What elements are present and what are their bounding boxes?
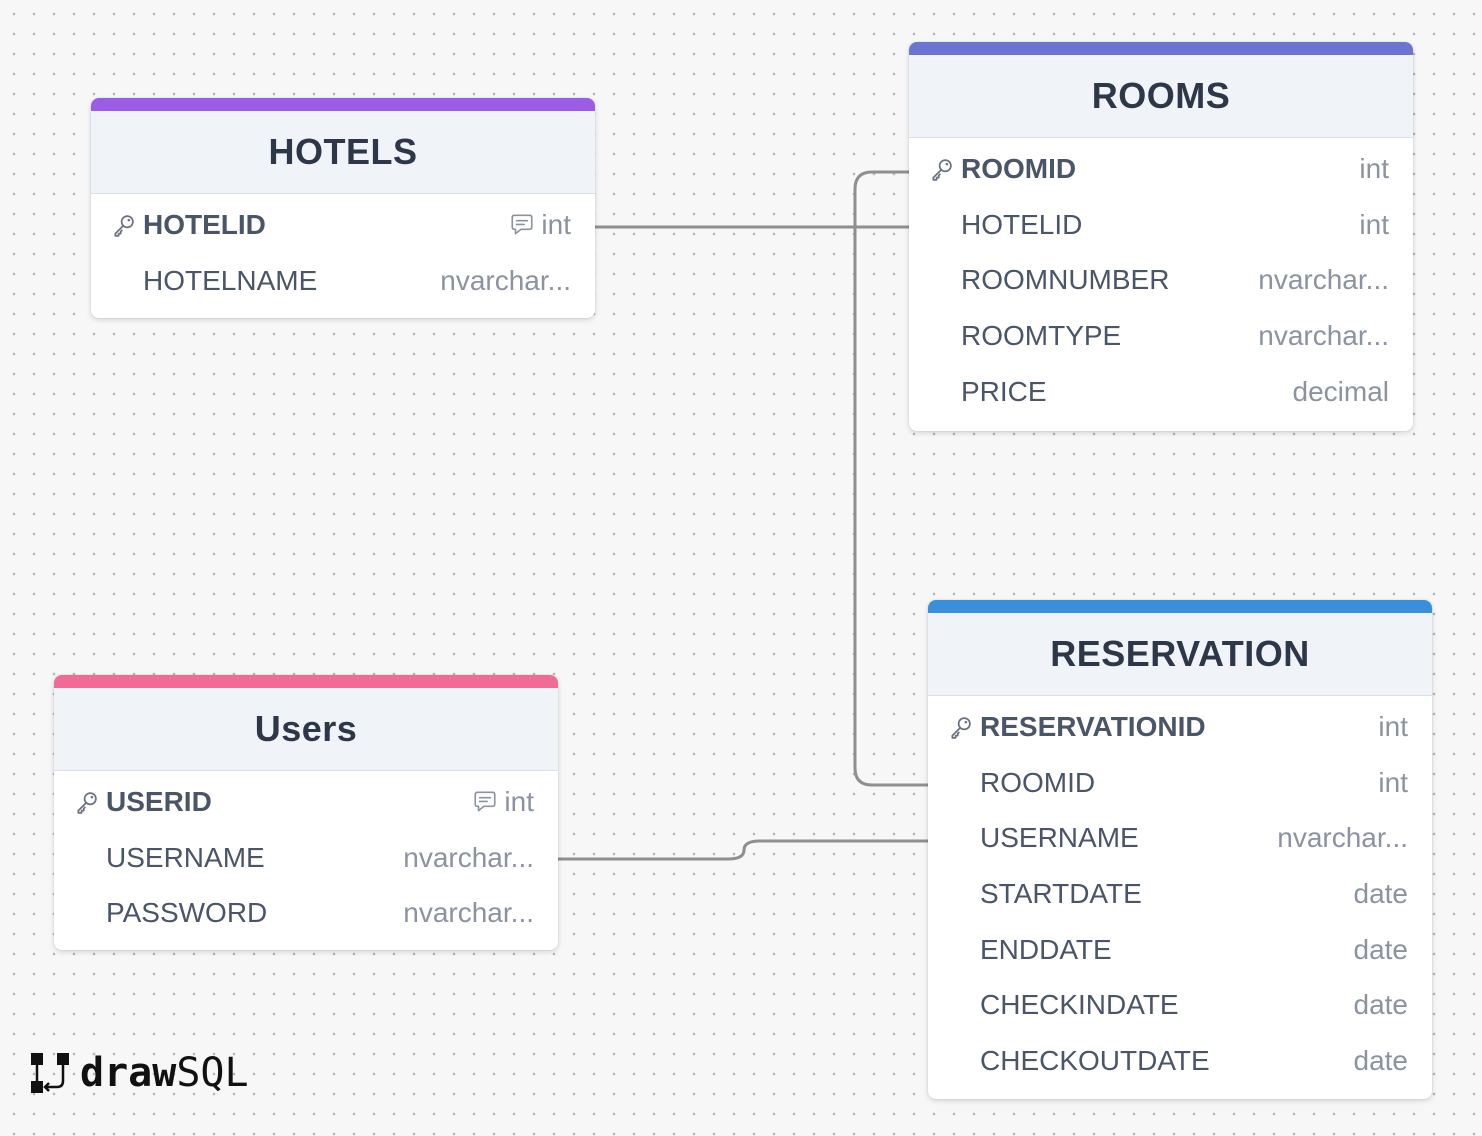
column-row-enddate[interactable]: ENDDATE date bbox=[928, 922, 1432, 978]
column-row-checkindate[interactable]: CHECKINDATE date bbox=[928, 977, 1432, 1033]
column-row-roomid[interactable]: ROOMID int bbox=[909, 141, 1413, 197]
column-name: HOTELID bbox=[961, 208, 1083, 240]
table-accent-bar bbox=[91, 98, 595, 111]
column-name: PRICE bbox=[961, 375, 1047, 407]
column-type-label: int bbox=[1378, 710, 1408, 742]
column-type: int bbox=[1378, 767, 1408, 799]
column-row-roomid[interactable]: ROOMID int bbox=[928, 755, 1432, 811]
table-accent-bar bbox=[54, 675, 558, 688]
column-type: date bbox=[1354, 934, 1409, 966]
column-type: nvarchar... bbox=[403, 897, 534, 929]
column-type: nvarchar... bbox=[1277, 822, 1408, 854]
logo-text-draw: draw bbox=[80, 1050, 177, 1096]
column-row-reservationid[interactable]: RESERVATIONID int bbox=[928, 699, 1432, 755]
column-name: CHECKINDATE bbox=[980, 989, 1179, 1021]
key-icon bbox=[114, 215, 134, 237]
column-name: ENDDATE bbox=[980, 933, 1112, 965]
column-type: nvarchar... bbox=[440, 265, 571, 297]
table-header[interactable]: ROOMS bbox=[909, 55, 1413, 138]
table-accent-bar bbox=[909, 42, 1413, 55]
column-type-label: date bbox=[1353, 933, 1409, 965]
column-type-label: date bbox=[1353, 1044, 1409, 1076]
table-title: ROOMS bbox=[1091, 75, 1231, 116]
column-row-roomnumber[interactable]: ROOMNUMBER nvarchar... bbox=[909, 252, 1413, 308]
column-row-userid[interactable]: USERID int bbox=[54, 774, 558, 830]
logo-text-sql: SQL bbox=[176, 1050, 249, 1096]
column-type-label: int bbox=[1359, 208, 1389, 240]
column-name: USERNAME bbox=[106, 841, 265, 873]
table-title: Users bbox=[254, 708, 358, 749]
column-type: nvarchar... bbox=[1258, 320, 1389, 352]
column-type-label: int bbox=[504, 785, 534, 817]
drawsql-logo-icon bbox=[31, 1053, 69, 1093]
column-name: ROOMID bbox=[980, 766, 1096, 798]
column-name: CHECKOUTDATE bbox=[980, 1044, 1210, 1076]
table-columns: RESERVATIONID int ROOMID int USERNAME nv… bbox=[928, 696, 1432, 1097]
table-title: RESERVATION bbox=[1050, 633, 1310, 674]
column-type: nvarchar... bbox=[1258, 264, 1389, 296]
column-type: decimal bbox=[1293, 376, 1389, 408]
table-columns: ROOMID int HOTELID int ROOMNUMBER nvarch… bbox=[909, 138, 1413, 427]
column-type-label: date bbox=[1353, 877, 1409, 909]
column-row-checkoutdate[interactable]: CHECKOUTDATE date bbox=[928, 1033, 1432, 1089]
column-row-username[interactable]: USERNAME nvarchar... bbox=[54, 830, 558, 886]
key-icon bbox=[932, 159, 952, 181]
column-name: HOTELNAME bbox=[143, 264, 318, 296]
column-type: int bbox=[1378, 711, 1408, 743]
comment-icon[interactable] bbox=[472, 789, 498, 815]
drawsql-logo: draw SQL bbox=[30, 1050, 249, 1096]
table-columns: HOTELID int HOTELNAME nvarchar... bbox=[91, 194, 595, 316]
column-type: int bbox=[472, 786, 534, 818]
column-type-label: nvarchar... bbox=[1258, 319, 1389, 351]
column-type-label: nvarchar... bbox=[440, 264, 571, 296]
table-accent-bar bbox=[928, 600, 1432, 613]
column-name: ROOMNUMBER bbox=[961, 264, 1170, 296]
column-name: PASSWORD bbox=[106, 897, 268, 929]
column-type-label: nvarchar... bbox=[403, 897, 534, 929]
comment-icon[interactable] bbox=[509, 212, 535, 238]
table-reservation[interactable]: RESERVATION RESERVATIONID int ROOMID int… bbox=[928, 600, 1432, 1099]
column-type: int bbox=[509, 209, 571, 241]
column-type: date bbox=[1354, 1045, 1409, 1077]
column-type-label: int bbox=[1359, 152, 1389, 184]
column-name: USERID bbox=[106, 785, 212, 817]
column-type-label: date bbox=[1353, 989, 1409, 1021]
column-row-username[interactable]: USERNAME nvarchar... bbox=[928, 810, 1432, 866]
table-rooms[interactable]: ROOMS ROOMID int HOTELID int ROOMNUMBER … bbox=[909, 42, 1413, 431]
key-icon bbox=[951, 717, 971, 739]
column-type: int bbox=[1359, 209, 1389, 241]
column-row-hotelid[interactable]: HOTELID int bbox=[91, 197, 595, 253]
column-row-password[interactable]: PASSWORD nvarchar... bbox=[54, 885, 558, 941]
column-type: date bbox=[1354, 989, 1409, 1021]
table-users[interactable]: Users USERID int USERNAME nvarchar... PA… bbox=[54, 675, 558, 950]
column-type-label: nvarchar... bbox=[403, 841, 534, 873]
table-columns: USERID int USERNAME nvarchar... PASSWORD… bbox=[54, 771, 558, 949]
column-type-label: nvarchar... bbox=[1258, 264, 1389, 296]
column-row-hotelname[interactable]: HOTELNAME nvarchar... bbox=[91, 253, 595, 309]
column-type-label: int bbox=[1378, 766, 1408, 798]
column-name: ROOMTYPE bbox=[961, 319, 1122, 351]
table-header[interactable]: Users bbox=[54, 688, 558, 771]
table-header[interactable]: RESERVATION bbox=[928, 613, 1432, 696]
column-name: RESERVATIONID bbox=[980, 710, 1206, 742]
key-icon bbox=[77, 792, 97, 814]
column-type-label: int bbox=[541, 208, 571, 240]
column-type: int bbox=[1359, 153, 1389, 185]
column-row-startdate[interactable]: STARTDATE date bbox=[928, 866, 1432, 922]
relation-line-users-reservation[interactable] bbox=[558, 839, 928, 861]
column-name: USERNAME bbox=[980, 822, 1139, 854]
table-hotels[interactable]: HOTELS HOTELID int HOTELNAME nvarchar... bbox=[91, 98, 595, 318]
column-name: HOTELID bbox=[143, 208, 266, 240]
column-name: STARTDATE bbox=[980, 877, 1142, 909]
column-type: nvarchar... bbox=[403, 842, 534, 874]
table-title: HOTELS bbox=[268, 131, 418, 172]
column-row-price[interactable]: PRICE decimal bbox=[909, 364, 1413, 420]
column-type: date bbox=[1354, 878, 1409, 910]
column-row-hotelid[interactable]: HOTELID int bbox=[909, 197, 1413, 253]
column-type-label: decimal bbox=[1292, 375, 1389, 407]
table-header[interactable]: HOTELS bbox=[91, 111, 595, 194]
column-type-label: nvarchar... bbox=[1277, 822, 1408, 854]
column-row-roomtype[interactable]: ROOMTYPE nvarchar... bbox=[909, 308, 1413, 364]
column-name: ROOMID bbox=[961, 152, 1077, 184]
